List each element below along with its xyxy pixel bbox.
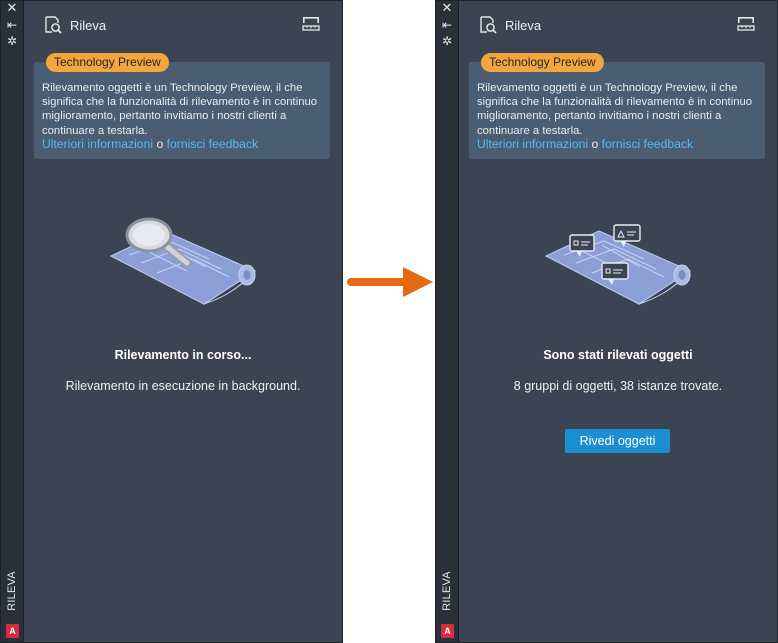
- right-arrow-icon: [347, 267, 433, 297]
- feedback-link[interactable]: fornisci feedback: [602, 137, 693, 151]
- palette-header: Rileva: [459, 11, 777, 41]
- status-title: Rilevamento in corso...: [114, 348, 252, 362]
- palette-side-label: RILEVA: [6, 571, 19, 611]
- notice-text: Rilevamento oggetti è un Technology Prev…: [42, 82, 318, 137]
- palette-title: Rileva: [505, 18, 542, 33]
- link-separator: o: [591, 137, 599, 151]
- technology-preview-notice: Technology Preview Rilevamento oggetti è…: [34, 53, 330, 159]
- learn-more-link[interactable]: Ulteriori informazioni: [42, 137, 153, 151]
- palette-header: Rileva: [24, 11, 342, 41]
- technology-preview-badge: Technology Preview: [481, 53, 604, 72]
- survey-palette-detected: ✕ ⇤ ✲ RILEVA A Rileva Technology Preview…: [435, 0, 778, 643]
- survey-magnifier-icon: [480, 16, 497, 34]
- notice-links: Ulteriori informazioni o fornisci feedba…: [42, 137, 258, 151]
- status-description: Rilevamento in esecuzione in background.: [65, 379, 301, 393]
- survey-magnifier-icon: [45, 16, 62, 34]
- palette-side-strip: ✕ ⇤ ✲ RILEVA A: [436, 1, 459, 642]
- technology-preview-badge: Technology Preview: [46, 53, 169, 72]
- technology-preview-notice: Technology Preview Rilevamento oggetti è…: [469, 53, 765, 159]
- ruler-settings-icon[interactable]: [302, 15, 320, 31]
- app-icon: A: [6, 624, 19, 638]
- autohide-icon[interactable]: ⇤: [436, 17, 458, 33]
- close-icon[interactable]: ✕: [1, 1, 23, 17]
- status-title: Sono stati rilevati oggetti: [543, 348, 693, 362]
- learn-more-link[interactable]: Ulteriori informazioni: [477, 137, 588, 151]
- close-icon[interactable]: ✕: [436, 1, 458, 17]
- status-description: 8 gruppi di oggetti, 38 istanze trovate.: [513, 379, 723, 393]
- survey-palette-scanning: ✕ ⇤ ✲ RILEVA A Rileva Technology Preview…: [0, 0, 343, 643]
- notice-text: Rilevamento oggetti è un Technology Prev…: [477, 82, 753, 137]
- autohide-icon[interactable]: ⇤: [1, 17, 23, 33]
- ruler-settings-icon[interactable]: [737, 15, 755, 31]
- palette-title: Rileva: [70, 18, 107, 33]
- link-separator: o: [156, 137, 164, 151]
- properties-icon[interactable]: ✲: [436, 33, 458, 49]
- palette-side-strip: ✕ ⇤ ✲ RILEVA A: [1, 1, 24, 642]
- palette-side-label: RILEVA: [441, 571, 454, 611]
- notice-links: Ulteriori informazioni o fornisci feedba…: [477, 137, 693, 151]
- app-icon: A: [441, 624, 454, 638]
- properties-icon[interactable]: ✲: [1, 33, 23, 49]
- review-objects-button[interactable]: Rivedi oggetti: [565, 429, 670, 453]
- feedback-link[interactable]: fornisci feedback: [167, 137, 258, 151]
- blueprint-magnifier-illustration: [109, 217, 257, 305]
- blueprint-comments-illustration: [544, 224, 692, 305]
